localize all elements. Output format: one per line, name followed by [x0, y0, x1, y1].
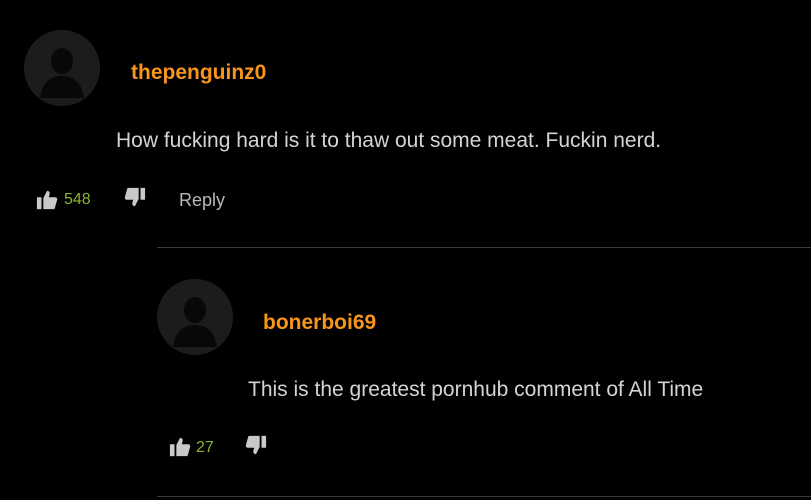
divider: [157, 496, 811, 497]
thumbs-up-icon[interactable]: [169, 436, 191, 458]
comment-username[interactable]: thepenguinz0: [131, 61, 266, 85]
default-avatar-icon: [24, 30, 100, 106]
comment-text: How fucking hard is it to thaw out some …: [116, 129, 662, 152]
comment-username[interactable]: bonerboi69: [263, 311, 376, 335]
upvote-count: 27: [196, 439, 214, 456]
thumbs-down-icon[interactable]: [124, 186, 146, 208]
avatar[interactable]: [157, 279, 233, 355]
divider: [157, 247, 811, 248]
comment-text: This is the greatest pornhub comment of …: [248, 378, 704, 401]
thumbs-up-icon[interactable]: [36, 189, 58, 211]
default-avatar-icon: [157, 279, 233, 355]
thumbs-down-icon[interactable]: [245, 434, 267, 456]
reply-button[interactable]: Reply: [179, 190, 225, 210]
avatar[interactable]: [24, 30, 100, 106]
upvote-count: 548: [64, 191, 91, 208]
